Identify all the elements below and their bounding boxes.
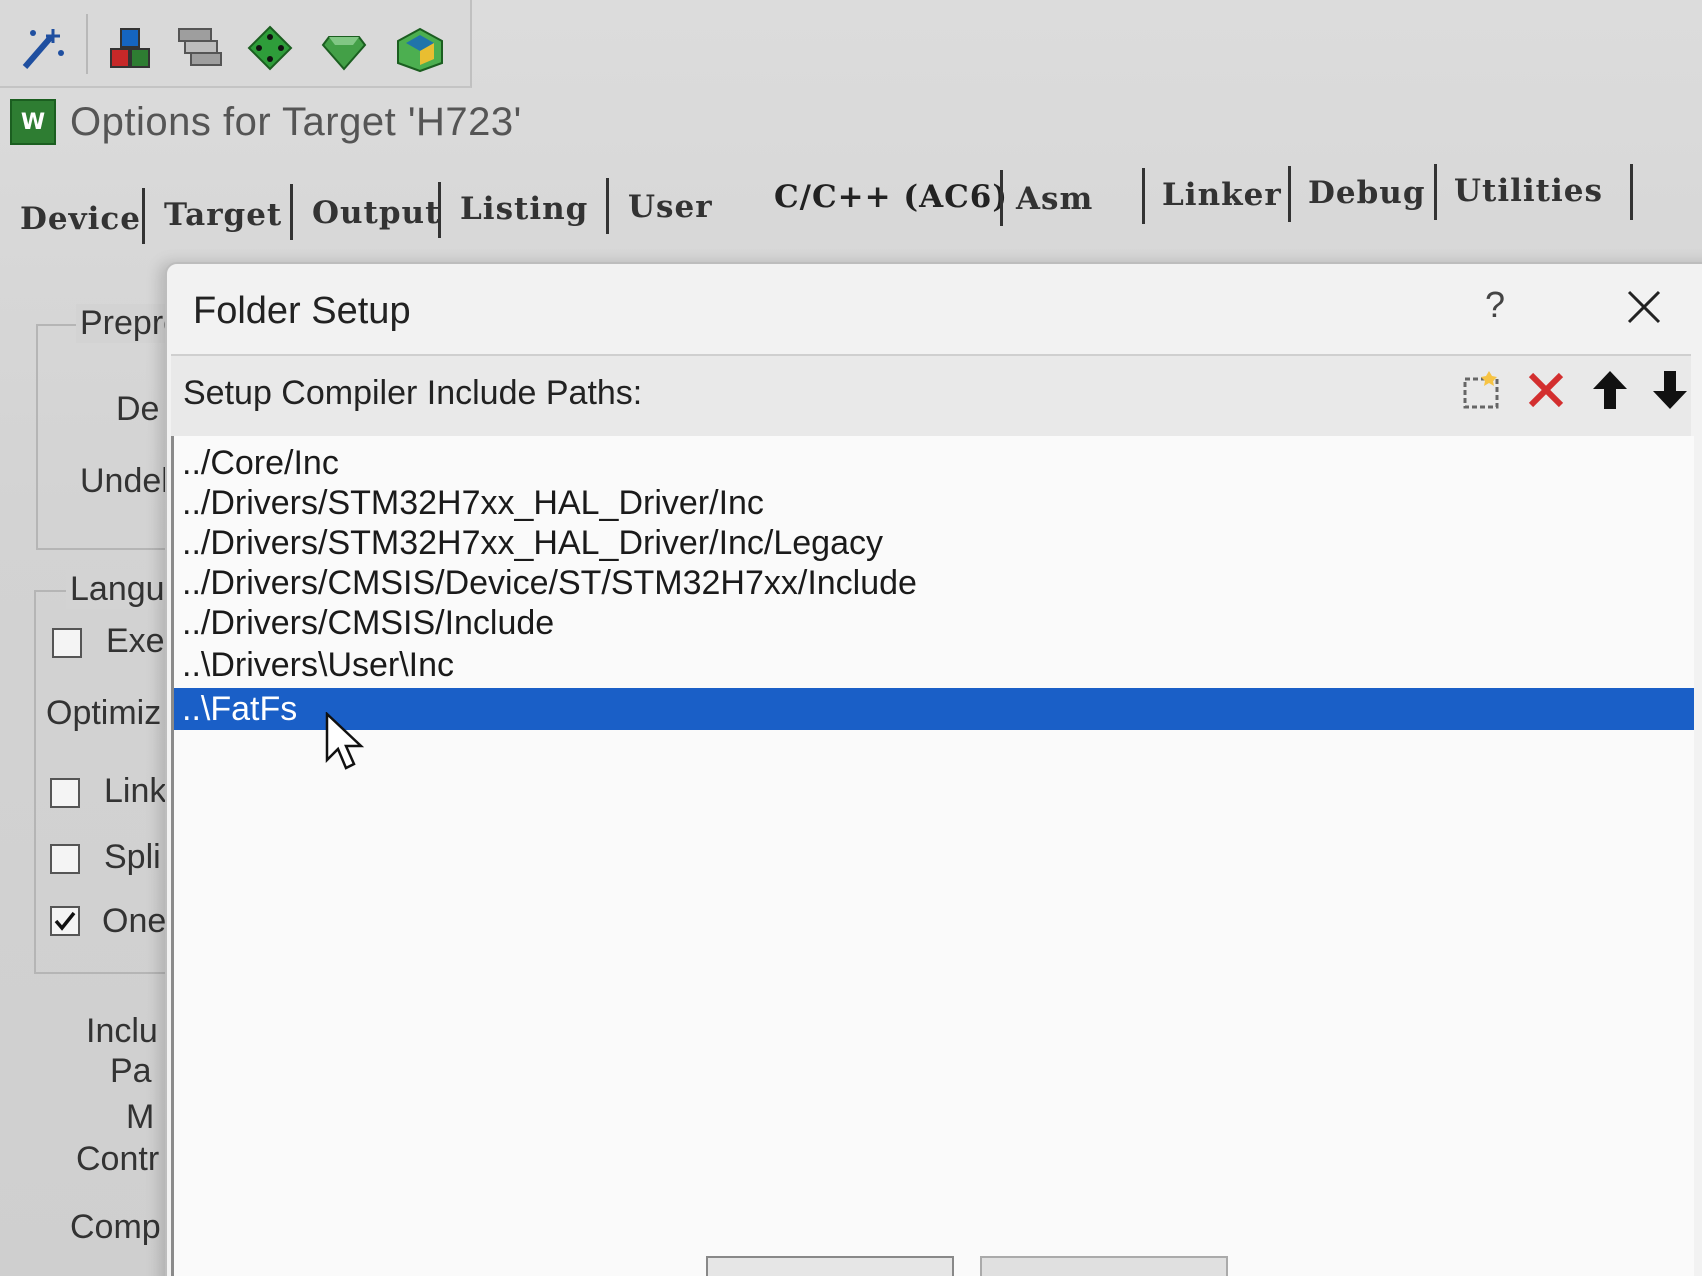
options-window-title-row: W Options for Target 'H723'	[10, 92, 522, 152]
cancel-button[interactable]	[980, 1256, 1228, 1276]
pack-installer-icon[interactable]	[392, 20, 448, 76]
tab-separator	[606, 178, 609, 234]
keil-app-icon: W	[10, 99, 56, 145]
tab-separator	[1630, 164, 1633, 220]
c-cpp-options-page: Prepro De Undel Langu Exe Optimiz Link S…	[0, 240, 187, 1276]
misc-controls-label-2: Contr	[76, 1140, 160, 1178]
close-button[interactable]	[1619, 282, 1669, 332]
define-label: De	[116, 390, 160, 428]
list-item[interactable]: ../Drivers/CMSIS/Device/ST/STM32H7xx/Inc…	[174, 562, 1694, 604]
tab-linker[interactable]: Linker	[1162, 172, 1282, 218]
folder-setup-dialog: Folder Setup ? Setup Compiler Include Pa…	[165, 262, 1702, 1276]
tab-device[interactable]: Device	[20, 196, 141, 242]
preprocessor-group	[36, 324, 178, 550]
split-load-store-label: Spli	[104, 838, 161, 876]
include-paths-label: Setup Compiler Include Paths:	[183, 374, 643, 412]
ok-button[interactable]	[706, 1256, 954, 1276]
split-load-store-checkbox[interactable]	[50, 844, 80, 874]
tab-separator	[290, 184, 293, 240]
help-button[interactable]: ?	[1485, 284, 1505, 326]
tab-utilities[interactable]: Utilities	[1454, 168, 1603, 214]
close-icon	[1627, 290, 1661, 324]
delete-button[interactable]	[1517, 362, 1575, 418]
options-tabs: Device Target Output Listing User C/C++ …	[0, 164, 1702, 244]
language-group-label: Langu	[66, 570, 169, 609]
list-item[interactable]: ../Drivers/STM32H7xx_HAL_Driver/Inc	[174, 482, 1694, 524]
screen: W Options for Target 'H723' Device Targe…	[0, 0, 1702, 1276]
dialog-title: Folder Setup	[193, 290, 411, 332]
tab-separator	[142, 188, 145, 244]
list-item[interactable]: ..\Drivers\User\Inc	[174, 644, 1694, 686]
tab-c-cpp-ac6[interactable]: C/C++ (AC6)	[774, 174, 1008, 220]
execute-only-checkbox[interactable]	[52, 628, 82, 658]
list-item-selected[interactable]: ..\FatFs	[174, 688, 1694, 730]
list-item[interactable]: ../Core/Inc	[174, 442, 1694, 484]
tab-target[interactable]: Target	[164, 192, 282, 238]
green-diamond-icon[interactable]	[242, 20, 298, 76]
new-folder-icon	[1463, 371, 1499, 409]
compiler-control-string-label: Comp	[70, 1208, 161, 1246]
undefine-label: Undel	[80, 462, 169, 500]
tab-user[interactable]: User	[628, 184, 713, 230]
include-paths-header: Setup Compiler Include Paths:	[171, 354, 1691, 439]
list-item[interactable]: ../Drivers/STM32H7xx_HAL_Driver/Inc/Lega…	[174, 522, 1694, 564]
move-up-button[interactable]	[1581, 362, 1639, 418]
one-elf-section-checkbox[interactable]	[50, 906, 80, 936]
toolbar	[0, 0, 472, 88]
layers-icon[interactable]	[172, 20, 228, 76]
tab-separator	[1288, 166, 1291, 222]
execute-only-label: Exe	[106, 622, 165, 660]
delete-icon	[1528, 372, 1564, 408]
new-folder-button[interactable]	[1453, 362, 1511, 418]
link-time-opt-checkbox[interactable]	[50, 778, 80, 808]
include-paths-list[interactable]: ../Core/Inc ../Drivers/STM32H7xx_HAL_Dri…	[171, 436, 1694, 1276]
toolbar-separator	[86, 14, 88, 74]
move-down-button[interactable]	[1641, 362, 1699, 418]
link-time-opt-label: Link	[104, 772, 167, 810]
mouse-cursor-icon	[325, 712, 365, 770]
magic-wand-icon[interactable]	[14, 20, 70, 76]
tab-debug[interactable]: Debug	[1308, 170, 1426, 216]
tab-asm[interactable]: Asm	[1016, 176, 1093, 222]
tab-output[interactable]: Output	[312, 190, 440, 236]
tab-separator	[1434, 164, 1437, 220]
include-paths-label: Inclu	[86, 1012, 158, 1050]
components-icon[interactable]	[102, 20, 158, 76]
move-down-icon	[1653, 371, 1687, 409]
gem-icon[interactable]	[316, 20, 372, 76]
optimization-label: Optimiz	[46, 694, 162, 732]
move-up-icon	[1593, 371, 1627, 409]
include-paths-label-2: Pa	[110, 1052, 152, 1090]
tab-listing[interactable]: Listing	[460, 186, 588, 232]
misc-controls-label: M	[126, 1098, 155, 1136]
list-item[interactable]: ../Drivers/CMSIS/Include	[174, 602, 1694, 644]
tab-separator	[1000, 170, 1003, 226]
tab-separator	[438, 182, 441, 238]
checkmark-icon	[54, 911, 76, 931]
one-elf-section-label: One	[102, 902, 167, 940]
options-window-title: Options for Target 'H723'	[70, 99, 522, 144]
tab-separator	[1142, 168, 1145, 224]
